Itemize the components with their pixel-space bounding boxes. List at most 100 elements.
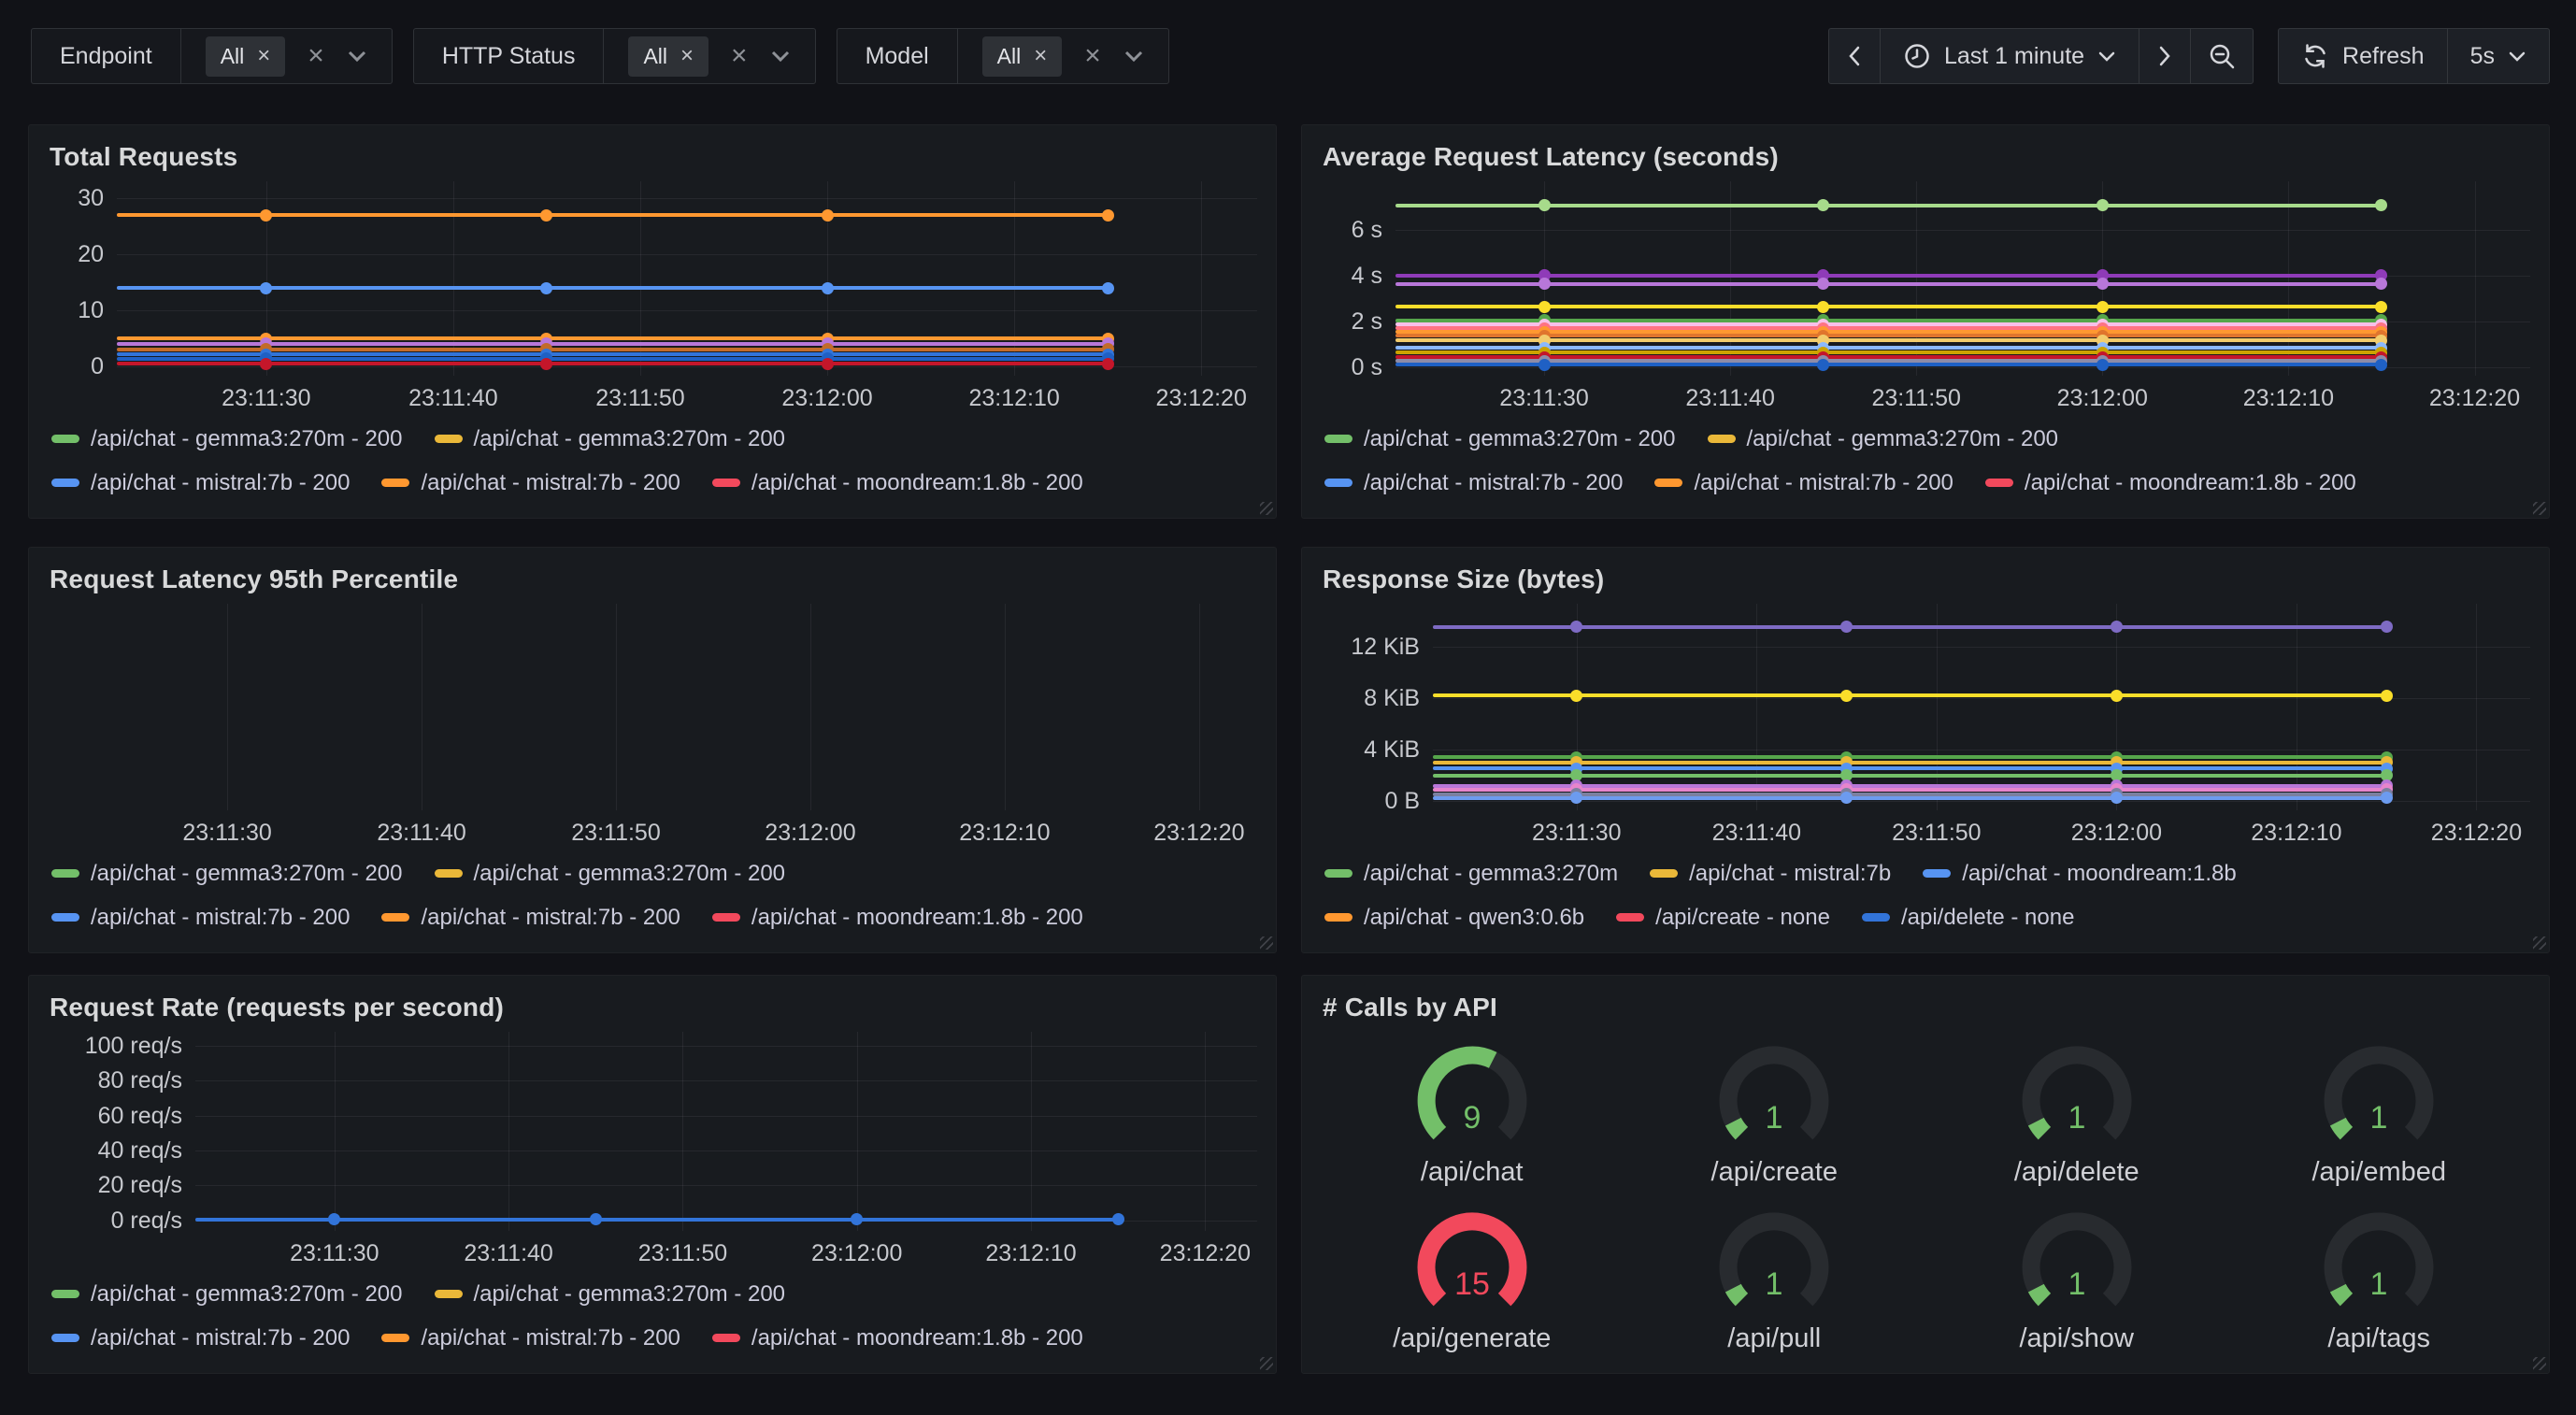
legend-item[interactable]: /api/chat - moondream:1.8b - 200 — [1985, 470, 2356, 496]
legend-label: /api/chat - mistral:7b - 200 — [421, 905, 680, 931]
x-axis-label: 23:12:20 — [1153, 820, 1244, 847]
legend-item[interactable]: /api/chat - gemma3:270m - 200 — [435, 426, 786, 452]
legend-item[interactable]: /api/chat - gemma3:270m - 200 — [435, 1281, 786, 1308]
panel-title[interactable]: # Calls by API — [1323, 993, 2530, 1022]
legend-item[interactable]: /api/chat - gemma3:270m - 200 — [1708, 426, 2059, 452]
grid-line-vertical — [508, 1032, 509, 1231]
grid-line-vertical — [810, 604, 811, 810]
legend-item[interactable]: /api/chat - mistral:7b - 200 — [381, 905, 680, 931]
tag-remove-icon[interactable]: × — [680, 45, 694, 67]
legend-row: /api/chat - gemma3:270m - 200/api/chat -… — [51, 417, 1257, 461]
gauge-api-tags: 1/api/tags — [2305, 1208, 2453, 1354]
panel-title[interactable]: Request Rate (requests per second) — [50, 993, 1257, 1022]
legend-item[interactable]: /api/chat - gemma3:270m — [1324, 861, 1618, 887]
gauge-value: 9 — [1463, 1100, 1481, 1136]
time-range-label: Last 1 minute — [1944, 43, 2084, 70]
chevron-down-icon[interactable] — [347, 50, 367, 63]
y-axis: 0102030 — [48, 181, 117, 376]
legend-item[interactable]: /api/chat - mistral:7b - 200 — [51, 905, 350, 931]
timeseries-chart: 0 B4 KiB8 KiB12 KiB23:11:3023:11:4023:11… — [1321, 604, 2530, 943]
x-axis-label: 23:12:00 — [811, 1240, 902, 1267]
legend-item[interactable]: /api/chat - moondream:1.8b - 200 — [712, 905, 1083, 931]
y-axis-label: 80 req/s — [35, 1067, 182, 1093]
legend-item[interactable]: /api/chat - qwen3:0.6b — [1324, 905, 1584, 931]
clear-filter-icon[interactable]: × — [731, 42, 748, 70]
panel-title[interactable]: Average Request Latency (seconds) — [1323, 142, 2530, 172]
legend-item[interactable]: /api/create - none — [1616, 905, 1830, 931]
clear-filter-icon[interactable]: × — [308, 42, 324, 70]
legend-row: /api/chat - mistral:7b - 200/api/chat - … — [1324, 461, 2530, 505]
dashboard-toolbar: Endpoint All× × HTTP Status All× × Model — [31, 27, 2550, 85]
legend-item[interactable]: /api/chat - mistral:7b - 200 — [1654, 470, 1953, 496]
data-point — [2381, 690, 2393, 702]
legend-item[interactable]: /api/chat - gemma3:270m - 200 — [51, 861, 403, 887]
legend-item[interactable]: /api/chat - moondream:1.8b — [1923, 861, 2237, 887]
legend-item[interactable]: /api/chat - gemma3:270m - 200 — [435, 861, 786, 887]
grafana-dashboard: Endpoint All× × HTTP Status All× × Model — [0, 0, 2576, 1415]
refresh-button[interactable]: Refresh — [2278, 28, 2448, 84]
x-axis-label: 23:12:10 — [968, 385, 1059, 412]
data-point — [1570, 690, 1582, 702]
zoom-out-button[interactable] — [2190, 28, 2254, 84]
legend-item[interactable]: /api/delete - none — [1862, 905, 2074, 931]
time-shift-back-button[interactable] — [1828, 28, 1881, 84]
legend-item[interactable]: /api/chat - mistral:7b - 200 — [51, 470, 350, 496]
filter-value[interactable]: All× × — [604, 29, 814, 83]
time-shift-forward-button[interactable] — [2139, 28, 2191, 84]
legend-swatch-icon — [1324, 913, 1352, 922]
gauge-label: /api/show — [2019, 1323, 2134, 1354]
legend-swatch-icon — [381, 1334, 409, 1342]
legend-item[interactable]: /api/chat - mistral:7b - 200 — [1324, 470, 1623, 496]
plot-area — [195, 1032, 1257, 1231]
legend-row: /api/chat - gemma3:270m - 200/api/chat -… — [51, 1272, 1257, 1316]
gauge-arc: 1 — [2003, 1041, 2151, 1155]
filter-tag[interactable]: All× — [206, 36, 286, 77]
legend-item[interactable]: /api/chat - mistral:7b - 200 — [51, 1325, 350, 1351]
panel-title[interactable]: Total Requests — [50, 142, 1257, 172]
time-range-picker[interactable]: Last 1 minute — [1880, 28, 2140, 84]
gauge-label: /api/generate — [1393, 1323, 1551, 1354]
filter-value[interactable]: All× × — [958, 29, 1168, 83]
filter-tag[interactable]: All× — [628, 36, 708, 77]
x-axis-label: 23:11:50 — [1892, 820, 1981, 847]
legend-item[interactable]: /api/chat - mistral:7b — [1650, 861, 1891, 887]
x-axis-label: 23:12:00 — [765, 820, 855, 847]
legend-swatch-icon — [435, 869, 463, 878]
legend-item[interactable]: /api/chat - gemma3:270m - 200 — [51, 1281, 403, 1308]
filter-model: Model All× × — [837, 28, 1169, 84]
tag-remove-icon[interactable]: × — [1034, 45, 1047, 67]
legend-swatch-icon — [51, 1290, 79, 1298]
panel-title[interactable]: Response Size (bytes) — [1323, 565, 2530, 594]
legend-item[interactable]: /api/chat - gemma3:270m - 200 — [51, 426, 403, 452]
timeseries-chart: 0 s2 s4 s6 s23:11:3023:11:4023:11:5023:1… — [1321, 181, 2530, 508]
legend: /api/chat - gemma3:270m - 200/api/chat -… — [48, 415, 1257, 508]
tag-remove-icon[interactable]: × — [257, 45, 270, 67]
y-axis-label: 10 — [35, 297, 104, 323]
clear-filter-icon[interactable]: × — [1084, 42, 1101, 70]
gauge-arc: 1 — [1700, 1041, 1848, 1155]
chevron-down-icon[interactable] — [770, 50, 791, 63]
legend-item[interactable]: /api/chat - moondream:1.8b - 200 — [712, 470, 1083, 496]
legend-label: /api/chat - gemma3:270m - 200 — [474, 426, 786, 452]
grid-line-horizontal — [1433, 801, 2530, 802]
filter-value[interactable]: All× × — [181, 29, 392, 83]
filter-tag[interactable]: All× — [982, 36, 1063, 77]
gauge-value: 1 — [1766, 1266, 1783, 1302]
legend-label: /api/chat - gemma3:270m - 200 — [474, 861, 786, 887]
legend-item[interactable]: /api/chat - gemma3:270m - 200 — [1324, 426, 1676, 452]
y-axis-label: 12 KiB — [1308, 634, 1420, 660]
legend-item[interactable]: /api/chat - mistral:7b - 200 — [381, 1325, 680, 1351]
legend-item[interactable]: /api/chat - mistral:7b - 200 — [381, 470, 680, 496]
data-point — [540, 358, 552, 370]
y-axis — [48, 604, 72, 810]
chevron-down-icon[interactable] — [1123, 50, 1144, 63]
x-axis: 23:11:3023:11:4023:11:5023:12:0023:12:10… — [117, 376, 1257, 415]
refresh-interval-dropdown[interactable]: 5s — [2447, 28, 2550, 84]
legend: /api/chat - gemma3:270m - 200/api/chat -… — [1321, 415, 2530, 508]
filter-http-status: HTTP Status All× × — [413, 28, 816, 84]
legend-label: /api/chat - mistral:7b - 200 — [421, 470, 680, 496]
panel-title[interactable]: Request Latency 95th Percentile — [50, 565, 1257, 594]
legend-item[interactable]: /api/chat - moondream:1.8b - 200 — [712, 1325, 1083, 1351]
y-axis-label: 6 s — [1308, 217, 1382, 243]
x-axis-label: 23:11:50 — [1871, 385, 1960, 412]
